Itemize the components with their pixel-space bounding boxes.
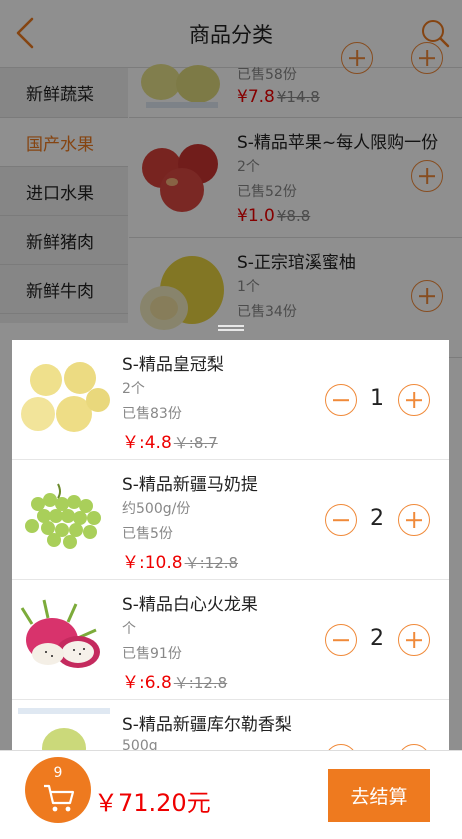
increase-quantity-button[interactable] <box>398 384 430 416</box>
pear-image <box>141 64 220 108</box>
sidebar-item-label: 新鲜猪肉 <box>26 232 94 253</box>
cart-button[interactable]: 9 <box>25 757 91 823</box>
list-item-price: ¥1.0 ¥8.8 <box>237 206 310 226</box>
header-bar: 商品分类 <box>0 0 462 68</box>
fragrant-pear-image <box>18 708 110 750</box>
list-item[interactable]: S-精品苹果~每人限购一份 2个 已售52份 ¥1.0 ¥8.8 <box>129 118 462 238</box>
pomelo-image <box>140 256 224 330</box>
sidebar-item-beef[interactable]: 新鲜牛肉 <box>0 265 128 314</box>
sidebar-item-label: 新鲜蔬菜 <box>26 85 94 105</box>
increase-quantity-button[interactable] <box>398 504 430 536</box>
list-item-sold: 已售58份 <box>237 67 297 83</box>
list-item-sold: 已售52份 <box>237 184 297 200</box>
add-to-cart-button[interactable] <box>411 280 443 312</box>
quantity-value: 2 <box>370 626 384 651</box>
quantity-value: 2 <box>370 506 384 531</box>
list-item-title: S-精品苹果~每人限购一份 <box>237 133 439 153</box>
price: ¥1.0 <box>237 206 275 226</box>
list-item-title: S-正宗琯溪蜜柚 <box>237 253 356 273</box>
cart-item-name: S-精品皇冠梨 <box>122 355 224 375</box>
increase-quantity-button[interactable] <box>398 624 430 656</box>
back-button[interactable] <box>8 14 42 52</box>
original-price: ￥:8.7 <box>173 434 218 452</box>
price: ￥:6.8 <box>122 673 172 693</box>
add-to-cart-button[interactable] <box>341 42 373 74</box>
decrease-quantity-button[interactable] <box>325 504 357 536</box>
cart-item-name: S-精品新疆库尔勒香梨 <box>122 715 292 735</box>
add-to-cart-button[interactable] <box>411 42 443 74</box>
list-item-unit: 2个 <box>237 159 260 175</box>
sidebar-item-pork[interactable]: 新鲜猪肉 <box>0 216 128 265</box>
cart-item-name: S-精品新疆马奶提 <box>122 475 258 495</box>
original-price: ￥:12.8 <box>173 674 228 692</box>
cart-item-price: ￥:10.8 ￥:12.8 <box>122 548 238 573</box>
cart-count-badge: 9 <box>53 765 63 781</box>
cart-item-unit: 2个 <box>122 381 145 397</box>
sidebar-item-vegetables[interactable]: 新鲜蔬菜 <box>0 68 128 118</box>
cart-item-unit: 约500g/份 <box>122 501 191 517</box>
list-item-unit: 1个 <box>237 279 260 295</box>
dragon-fruit-image <box>20 599 100 668</box>
cart-item-price: ￥:6.8 ￥:12.8 <box>122 668 227 693</box>
original-price: ￥:12.8 <box>184 554 239 572</box>
add-to-cart-button[interactable] <box>411 160 443 192</box>
category-sidebar: 新鲜蔬菜 国产水果 进口水果 新鲜猪肉 新鲜牛肉 <box>0 68 128 323</box>
grape-image <box>25 483 101 549</box>
price: ¥7.8 <box>237 87 275 107</box>
sidebar-item-label: 进口水果 <box>26 183 94 204</box>
cart-item: S-精品白心火龙果 个 已售91份 ￥:6.8 ￥:12.8 2 <box>12 580 449 700</box>
original-price: ¥14.8 <box>276 88 320 106</box>
cart-item-unit: 个 <box>122 621 136 637</box>
price: ￥:10.8 <box>122 553 183 573</box>
decrease-quantity-button[interactable] <box>325 384 357 416</box>
page: 商品分类 新鲜蔬菜 国产水果 进口水果 新鲜猪肉 新鲜牛肉 已售58份 ¥7.8… <box>0 0 462 839</box>
drag-handle[interactable] <box>218 325 244 333</box>
cart-item-sold: 已售91份 <box>122 646 182 662</box>
list-item-sold: 已售34份 <box>237 304 297 320</box>
sidebar-item-imported-fruit[interactable]: 进口水果 <box>0 167 128 216</box>
decrease-quantity-button[interactable] <box>325 624 357 656</box>
cart-panel: S-精品皇冠梨 2个 已售83份 ￥:4.8 ￥:8.7 1 S-精品新疆马奶提 … <box>12 340 449 750</box>
shopping-cart-icon <box>44 784 75 812</box>
quantity-value: 1 <box>370 386 384 411</box>
sidebar-item-label: 国产水果 <box>26 134 94 155</box>
sidebar-item-label: 新鲜牛肉 <box>26 281 94 302</box>
original-price: ¥8.8 <box>276 207 311 225</box>
checkout-button[interactable]: 去结算 <box>328 769 430 822</box>
sidebar-item-domestic-fruit[interactable]: 国产水果 <box>0 118 128 167</box>
cart-total: ￥71.20元 <box>94 789 211 817</box>
cart-item: S-精品新疆库尔勒香梨 500g <box>12 700 449 750</box>
apple-image <box>142 144 218 212</box>
cart-item-price: ￥:4.8 ￥:8.7 <box>122 428 218 453</box>
back-arrow-icon <box>16 17 34 49</box>
cart-item-sold: 已售5份 <box>122 526 173 542</box>
cart-item: S-精品新疆马奶提 约500g/份 已售5份 ￥:10.8 ￥:12.8 2 <box>12 460 449 580</box>
cart-item-sold: 已售83份 <box>122 406 182 422</box>
cart-item-unit: 500g <box>122 738 158 750</box>
list-item[interactable]: 已售58份 ¥7.8 ¥14.8 <box>129 42 462 118</box>
cart-item: S-精品皇冠梨 2个 已售83份 ￥:4.8 ￥:8.7 1 <box>12 340 449 460</box>
price: ￥:4.8 <box>122 433 172 453</box>
cart-footer: 9 ￥71.20元 去结算 <box>0 750 462 839</box>
list-item-price: ¥7.8 ¥14.8 <box>237 87 320 107</box>
cart-item-name: S-精品白心火龙果 <box>122 595 258 615</box>
crown-pear-image <box>21 362 110 432</box>
